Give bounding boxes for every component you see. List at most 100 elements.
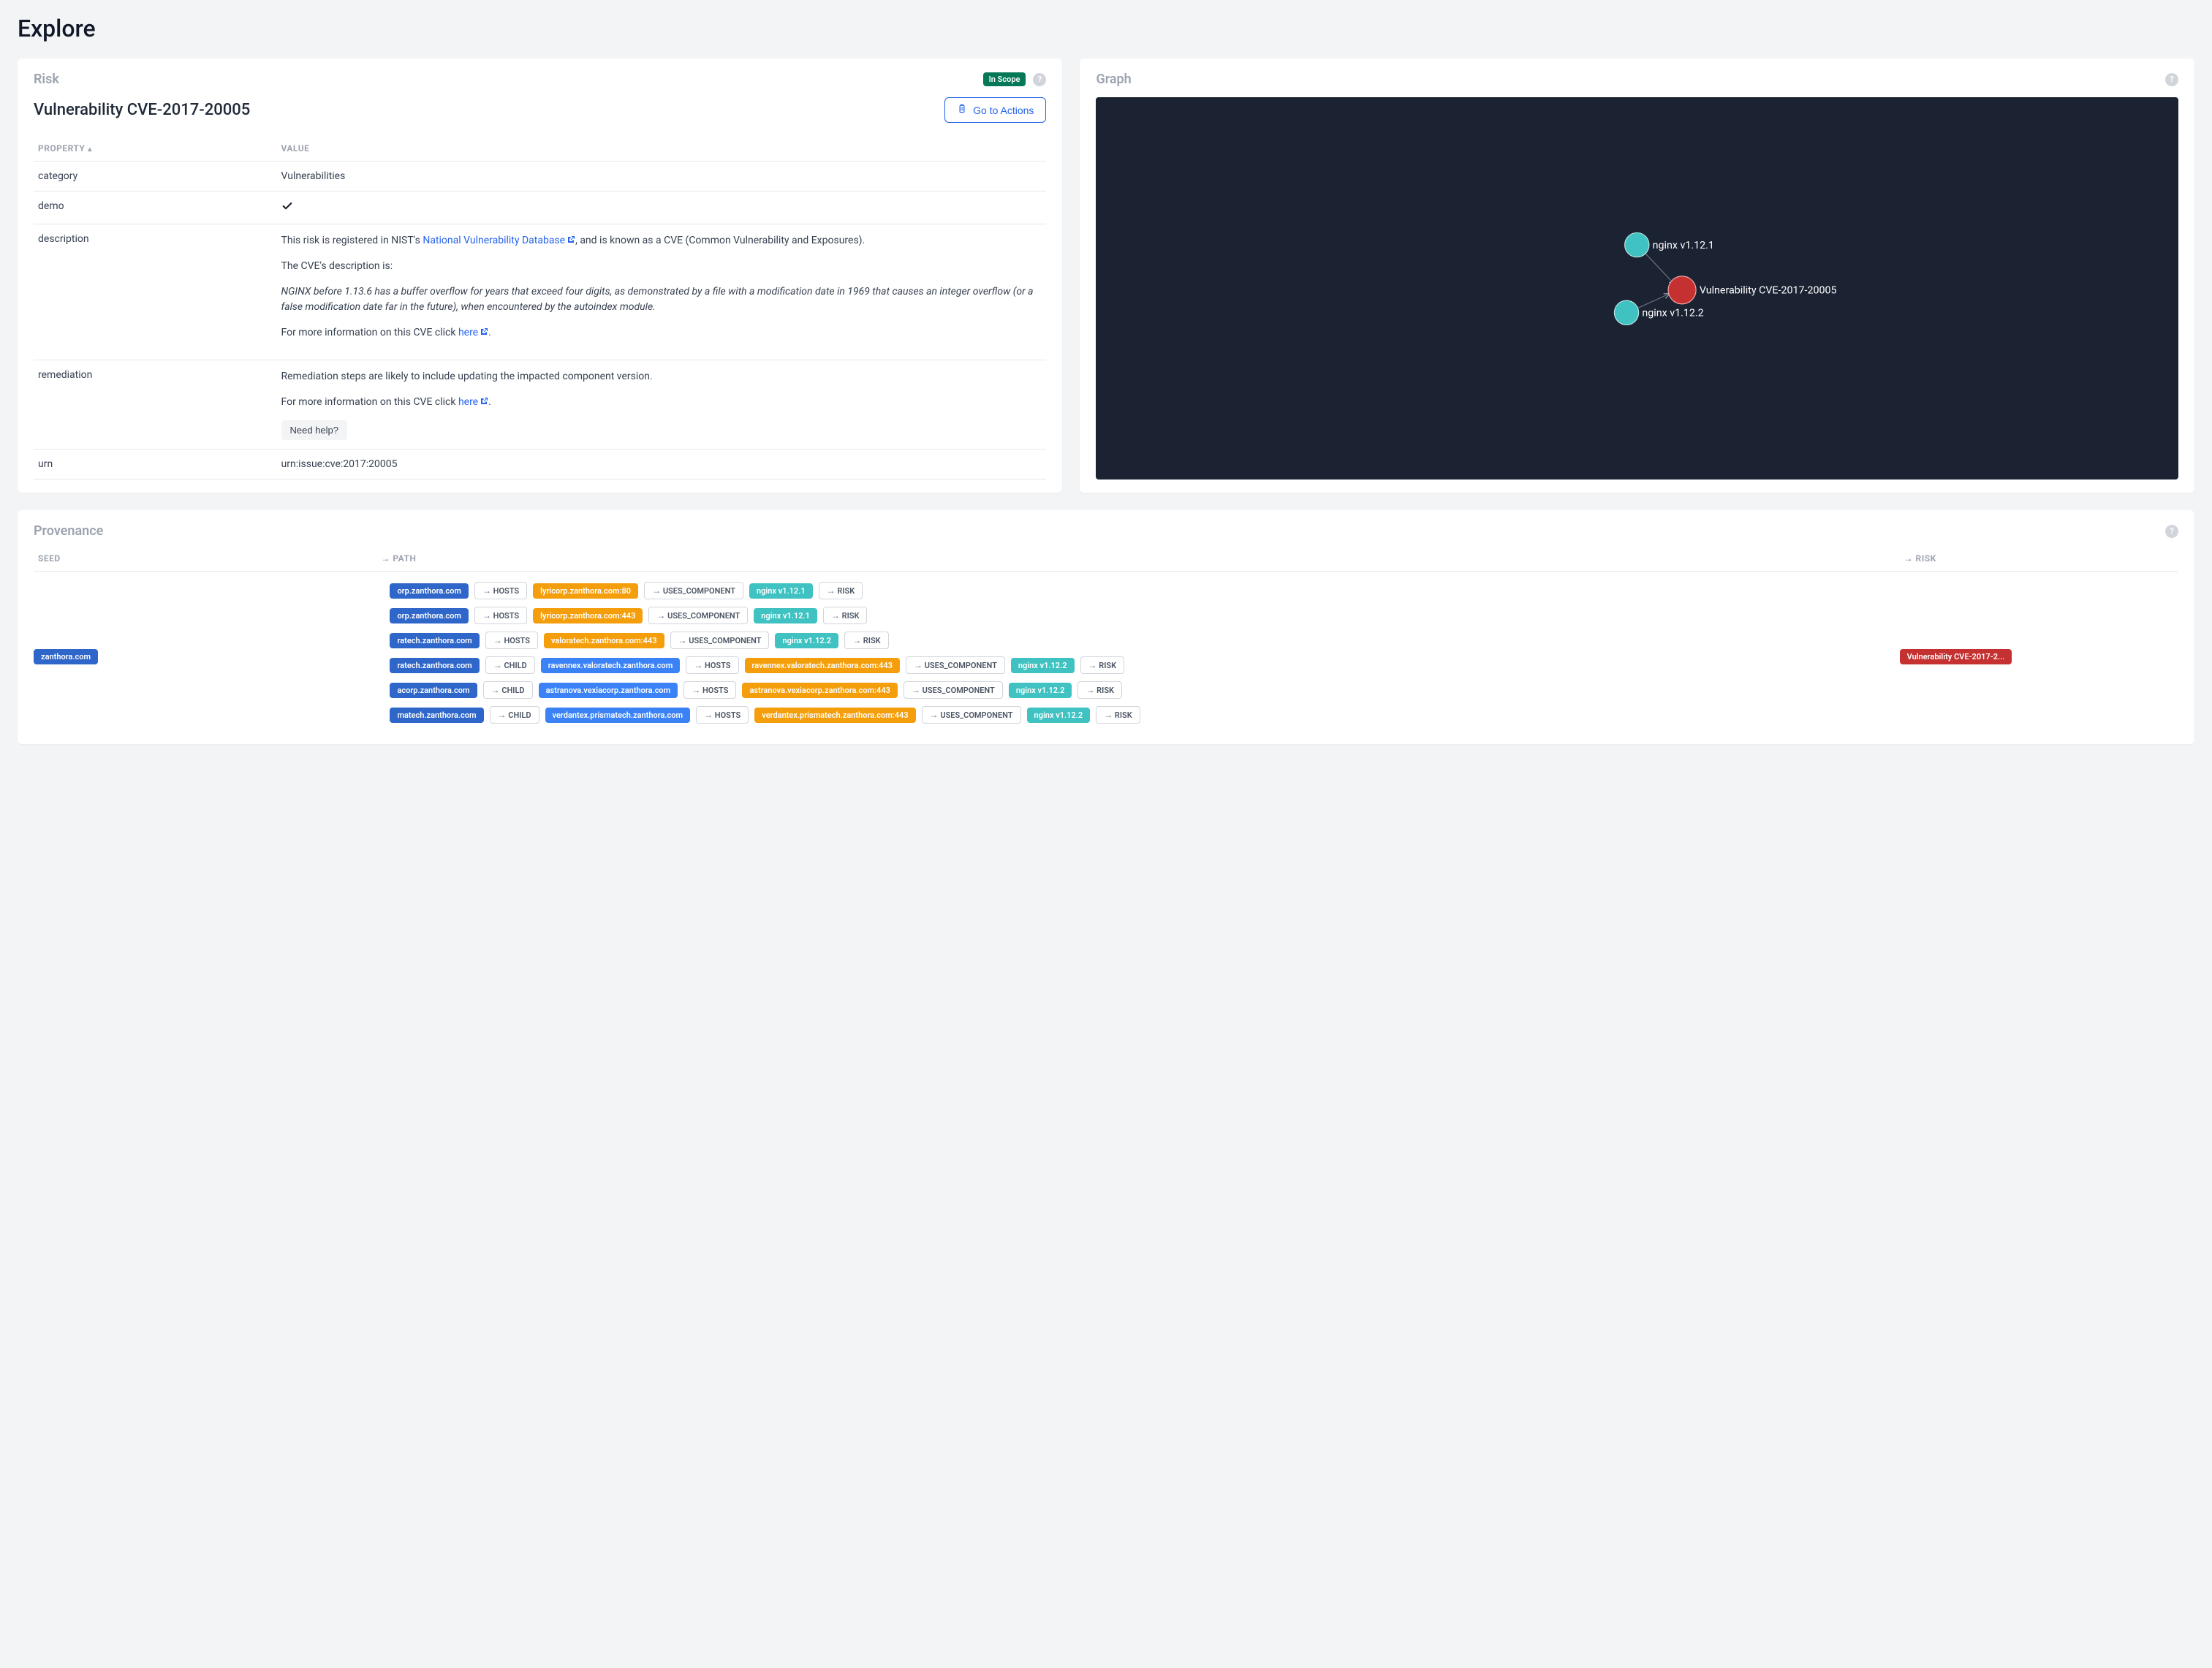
- help-icon[interactable]: ?: [2165, 525, 2178, 538]
- arrow-right-icon: →: [493, 660, 502, 670]
- need-help-button[interactable]: Need help?: [281, 420, 348, 440]
- path-node-chip[interactable]: orp.zanthora.com: [390, 583, 469, 599]
- path-node-chip[interactable]: astranova.vexiacorp.zanthora.com: [539, 683, 678, 698]
- path-node-chip[interactable]: orp.zanthora.com: [390, 608, 469, 623]
- relation-chip: → RISK: [823, 607, 868, 624]
- path-row: acorp.zanthora.com→ CHILDastranova.vexia…: [390, 681, 1886, 699]
- path-node-chip[interactable]: verdantex.prismatech.zanthora.com: [545, 708, 691, 723]
- provenance-card: Provenance ? SEED → PATH → RISK zanthora…: [18, 510, 2194, 744]
- arrow-right-icon: →: [1904, 553, 1913, 564]
- path-row: matech.zanthora.com → CHILD verdantex.pris…: [390, 706, 1886, 724]
- prop-value: This risk is registered in NIST's Nation…: [277, 224, 1047, 360]
- arrow-right-icon: →: [652, 585, 661, 596]
- prop-key: demo: [34, 192, 277, 224]
- arrow-right-icon: →: [498, 710, 507, 720]
- path-node-chip[interactable]: lyricorp.zanthora.com:443: [533, 608, 643, 623]
- arrow-right-icon: →: [491, 685, 500, 695]
- prop-key: urn: [34, 450, 277, 479]
- path-node-chip[interactable]: nginx v1.12.1: [749, 583, 813, 599]
- arrow-right-icon: →: [912, 685, 920, 695]
- prop-value: Remediation steps are likely to include …: [277, 360, 1047, 450]
- check-icon: [281, 203, 293, 215]
- graph-card-title: Graph: [1096, 72, 1131, 87]
- arrow-right-icon: →: [852, 635, 861, 645]
- col-seed[interactable]: SEED: [34, 546, 376, 572]
- graph-node-nginx-1[interactable]: nginx v1.12.1: [1625, 232, 1714, 257]
- path-row: ratech.zanthora.com → HOSTS valoratech.zan…: [390, 632, 1886, 649]
- relation-chip: → HOSTS: [696, 706, 749, 724]
- col-value[interactable]: VALUE: [277, 136, 1047, 162]
- graph-node-vulnerability[interactable]: Vulnerability CVE-2017-20005: [1669, 276, 1837, 304]
- more-info-link[interactable]: here: [458, 327, 488, 338]
- path-row: orp.zanthora.com → HOSTS lyricorp.zanthora…: [390, 582, 1886, 599]
- provenance-card-title: Provenance: [34, 523, 103, 539]
- prop-value: urn:issue:cve:2017:20005: [277, 450, 1047, 479]
- clipboard-icon: [957, 104, 967, 116]
- remediation-more-link[interactable]: here: [458, 396, 488, 408]
- risk-name: Vulnerability CVE-2017-20005: [34, 101, 250, 119]
- graph-card: Graph ? nginx v1.12.1 nginx v1.12.2: [1080, 58, 2194, 493]
- relation-chip: → USES_COMPONENT: [670, 632, 770, 649]
- path-node-chip[interactable]: ravennex.valoratech.zanthora.com: [541, 658, 681, 673]
- sort-icon: ▴: [88, 145, 92, 153]
- arrow-right-icon: →: [694, 660, 702, 670]
- table-row: demo: [34, 192, 1046, 224]
- page-title: Explore: [18, 15, 2194, 42]
- external-link-icon: [567, 233, 575, 249]
- external-link-icon: [480, 395, 488, 410]
- risk-chip[interactable]: Vulnerability CVE-2017-2...: [1900, 649, 2012, 664]
- col-property[interactable]: PROPERTY▴: [34, 136, 277, 162]
- path-node-chip[interactable]: nginx v1.12.1: [754, 608, 817, 623]
- path-node-chip[interactable]: acorp.zanthora.com: [390, 683, 477, 698]
- path-node-chip[interactable]: ravennex.valoratech.zanthora.com:443: [745, 658, 900, 673]
- relation-chip: → HOSTS: [683, 681, 736, 699]
- scope-badge: In Scope: [983, 72, 1026, 86]
- go-to-actions-label: Go to Actions: [973, 105, 1034, 116]
- graph-node-nginx-2[interactable]: nginx v1.12.2: [1615, 300, 1704, 325]
- relation-chip: → RISK: [1096, 706, 1140, 724]
- path-node-chip[interactable]: nginx v1.12.2: [1011, 658, 1075, 673]
- help-icon[interactable]: ?: [1033, 73, 1046, 86]
- svg-text:nginx v1.12.1: nginx v1.12.1: [1653, 240, 1714, 251]
- col-path[interactable]: → PATH: [376, 546, 1899, 572]
- relation-chip: → HOSTS: [485, 632, 538, 649]
- path-node-chip[interactable]: nginx v1.12.2: [1027, 708, 1091, 723]
- relation-chip: → RISK: [1080, 656, 1125, 674]
- risk-card: Risk In Scope ? Vulnerability CVE-2017-2…: [18, 58, 1062, 493]
- svg-text:Vulnerability CVE-2017-20005: Vulnerability CVE-2017-20005: [1700, 285, 1837, 297]
- path-node-chip[interactable]: matech.zanthora.com: [390, 708, 483, 723]
- relation-chip: → USES_COMPONENT: [906, 656, 1005, 674]
- relation-chip: → RISK: [1077, 681, 1122, 699]
- go-to-actions-button[interactable]: Go to Actions: [944, 97, 1046, 123]
- external-link-icon: [480, 325, 488, 341]
- graph-canvas[interactable]: nginx v1.12.1 nginx v1.12.2 Vulnerabilit…: [1096, 97, 2178, 479]
- path-node-chip[interactable]: ratech.zanthora.com: [390, 633, 479, 648]
- table-row: urn urn:issue:cve:2017:20005: [34, 450, 1046, 479]
- relation-chip: → HOSTS: [474, 607, 527, 624]
- relation-chip: → CHILD: [490, 706, 539, 724]
- path-node-chip[interactable]: lyricorp.zanthora.com:80: [533, 583, 638, 599]
- arrow-right-icon: →: [930, 710, 939, 720]
- relation-chip: → CHILD: [485, 656, 535, 674]
- path-node-chip[interactable]: verdantex.prismatech.zanthora.com:443: [754, 708, 915, 723]
- path-node-chip[interactable]: valoratech.zanthora.com:443: [544, 633, 664, 648]
- relation-chip: → HOSTS: [474, 582, 527, 599]
- table-row: description This risk is registered in N…: [34, 224, 1046, 360]
- path-node-chip[interactable]: nginx v1.12.2: [775, 633, 838, 648]
- nvd-link[interactable]: National Vulnerability Database: [423, 235, 575, 246]
- relation-chip: → USES_COMPONENT: [922, 706, 1021, 724]
- arrow-right-icon: →: [678, 635, 687, 645]
- arrow-right-icon: →: [656, 610, 665, 621]
- help-icon[interactable]: ?: [2165, 73, 2178, 86]
- risk-card-title: Risk: [34, 72, 59, 87]
- svg-text:nginx v1.12.2: nginx v1.12.2: [1643, 308, 1704, 319]
- seed-chip[interactable]: zanthora.com: [34, 649, 98, 664]
- relation-chip: → RISK: [844, 632, 889, 649]
- col-risk[interactable]: → RISK: [1900, 546, 2178, 572]
- path-node-chip[interactable]: nginx v1.12.2: [1009, 683, 1072, 698]
- path-node-chip[interactable]: ratech.zanthora.com: [390, 658, 479, 673]
- relation-chip: → USES_COMPONENT: [904, 681, 1003, 699]
- prop-value: Vulnerabilities: [277, 162, 1047, 192]
- relation-chip: → RISK: [819, 582, 863, 599]
- path-node-chip[interactable]: astranova.vexiacorp.zanthora.com:443: [742, 683, 897, 698]
